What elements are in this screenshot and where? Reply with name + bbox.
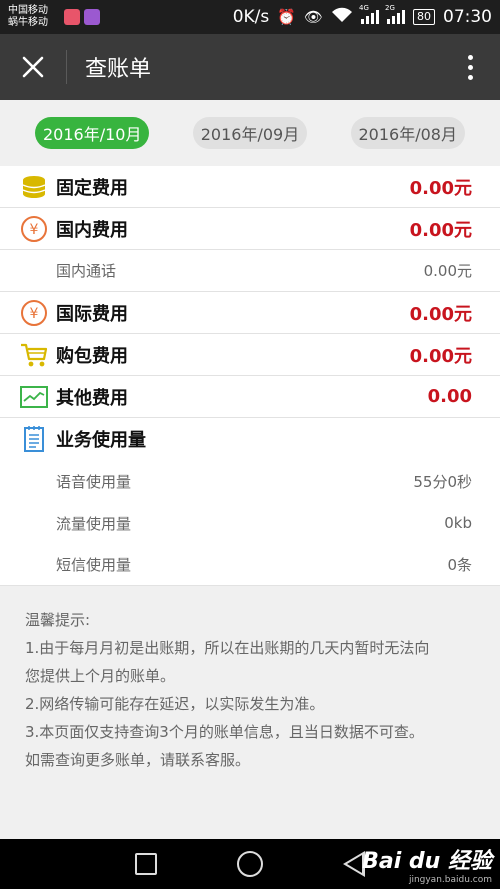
carrier-1: 中国移动	[8, 5, 48, 16]
domestic-fee-amount: 0.00元	[409, 219, 472, 241]
data-usage-label: 流量使用量	[56, 514, 132, 533]
domestic-call-label: 国内通话	[56, 262, 117, 280]
tips-line: 2.网络传输可能存在延迟，以实际发生为准。	[25, 695, 325, 713]
status-bar: 中国移动 蜗牛移动 0K/s ⏰ 👁 4G 2G 80 07:30	[0, 0, 500, 34]
home-button[interactable]	[237, 851, 263, 877]
usage-label: 业务使用量	[56, 430, 146, 451]
international-fee-label: 国际费用	[56, 303, 128, 325]
package-fee-label: 购包费用	[56, 345, 128, 367]
international-fee-row[interactable]: ¥ 国际费用 0.00元	[0, 292, 500, 334]
other-fee-label: 其他费用	[56, 387, 128, 409]
notification-app-icon	[64, 9, 80, 25]
tips-line: 如需查询更多账单，请联系客服。	[25, 751, 251, 769]
clock: 07:30	[443, 7, 492, 27]
bill-list: 固定费用 0.00元 ¥ 国内费用 0.00元 国内通话 0.00元 ¥ 国际费…	[0, 166, 500, 586]
close-button[interactable]	[0, 34, 66, 100]
signal-icon: 2G	[385, 4, 405, 24]
usage-header-row: 业务使用量	[0, 418, 500, 460]
more-dot-icon	[467, 74, 473, 80]
voice-usage-row: 语音使用量 55分0秒	[0, 460, 500, 502]
other-fee-row[interactable]: 其他费用 0.00	[0, 376, 500, 418]
package-fee-row[interactable]: 购包费用 0.00元	[0, 334, 500, 376]
sms-usage-value: 0条	[447, 556, 472, 574]
svg-text:¥: ¥	[30, 222, 39, 238]
tips-line: 3.本页面仅支持查询3个月的账单信息，且当日数据不可查。	[25, 723, 424, 741]
fixed-fee-amount: 0.00元	[409, 177, 472, 199]
header-divider	[66, 50, 67, 84]
app-bar: 查账单	[0, 34, 500, 100]
page-title: 查账单	[85, 57, 152, 82]
yen-icon: ¥	[20, 299, 48, 327]
tips-line: 您提供上个月的账单。	[25, 667, 176, 685]
tips-section: 温馨提示: 1.由于每月月初是出账期，所以在出账期的几天内暂时无法向 您提供上个…	[0, 592, 500, 838]
close-icon	[22, 56, 44, 78]
yen-icon: ¥	[20, 215, 48, 243]
package-fee-amount: 0.00元	[409, 345, 472, 367]
alarm-icon: ⏰	[277, 8, 296, 26]
tab-2016-08[interactable]: 2016年/08月	[350, 117, 465, 149]
month-tabs: 2016年/10月 2016年/09月 2016年/08月	[0, 100, 500, 166]
domestic-call-amount: 0.00元	[423, 262, 472, 280]
domestic-fee-row[interactable]: ¥ 国内费用 0.00元	[0, 208, 500, 250]
more-menu-button[interactable]	[440, 34, 500, 100]
recents-button[interactable]	[135, 853, 157, 875]
document-icon	[20, 425, 48, 453]
sms-usage-row: 短信使用量 0条	[0, 544, 500, 586]
data-usage-value: 0kb	[444, 514, 472, 532]
data-usage-row: 流量使用量 0kb	[0, 502, 500, 544]
tips-title: 温馨提示:	[25, 611, 91, 629]
voice-usage-value: 55分0秒	[413, 472, 472, 491]
cart-icon	[20, 341, 48, 369]
carrier-info: 中国移动 蜗牛移动	[8, 5, 60, 29]
signal-icon: 4G	[359, 4, 379, 24]
other-fee-amount: 0.00	[427, 386, 472, 407]
carrier-2: 蜗牛移动	[8, 17, 48, 28]
svg-text:¥: ¥	[30, 306, 39, 322]
international-fee-amount: 0.00元	[409, 303, 472, 325]
tab-2016-09[interactable]: 2016年/09月	[192, 117, 308, 149]
tips-line: 1.由于每月月初是出账期，所以在出账期的几天内暂时无法向	[25, 639, 430, 657]
notification-app-icon	[84, 9, 100, 25]
tab-2016-10[interactable]: 2016年/10月	[35, 117, 150, 149]
watermark-brand: Bai du 经验	[362, 849, 492, 874]
baidu-watermark: Bai du 经验 jingyan.baidu.com	[362, 843, 492, 885]
chart-icon	[20, 383, 48, 411]
domestic-call-row: 国内通话 0.00元	[0, 250, 500, 292]
wifi-icon	[331, 7, 353, 28]
domestic-fee-label: 国内费用	[56, 219, 128, 241]
fixed-fee-label: 固定费用	[56, 177, 128, 199]
more-dot-icon	[467, 64, 473, 70]
sms-usage-label: 短信使用量	[56, 556, 132, 574]
battery-indicator: 80	[413, 9, 435, 25]
fixed-fee-row[interactable]: 固定费用 0.00元	[0, 166, 500, 208]
network-speed: 0K/s	[232, 7, 270, 27]
eye-icon: 👁	[303, 8, 323, 26]
watermark-url: jingyan.baidu.com	[408, 875, 492, 885]
coins-icon	[20, 173, 48, 201]
more-dot-icon	[467, 54, 473, 60]
voice-usage-label: 语音使用量	[56, 472, 132, 491]
system-nav-bar: Bai du 经验 jingyan.baidu.com	[0, 839, 500, 889]
